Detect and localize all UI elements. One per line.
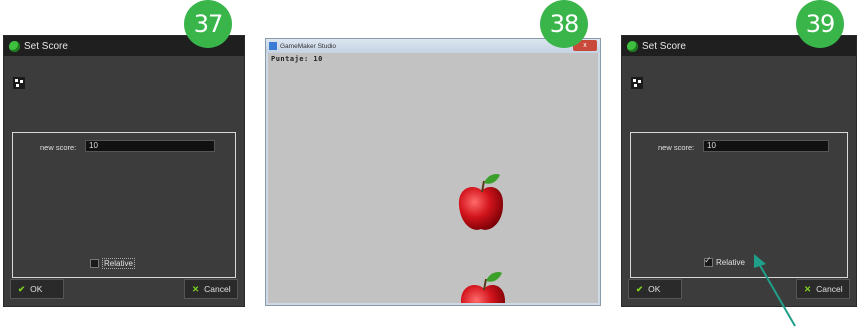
score-text: Puntaje: 10 — [271, 55, 323, 63]
new-score-input[interactable]: 10 — [703, 140, 829, 152]
set-score-dialog-left: Set Score new score: 10 Relative ✔ OK ✕ … — [4, 36, 244, 306]
checkmark-icon: ✓ — [704, 255, 712, 265]
relative-checkbox[interactable]: Relative — [90, 258, 135, 269]
action-icon — [13, 77, 25, 89]
game-window: GameMaker Studio x Puntaje: 10 — [265, 38, 601, 306]
action-icon — [631, 77, 643, 89]
game-canvas[interactable]: Puntaje: 10 — [268, 53, 598, 303]
checkbox-box: ✓ — [704, 255, 713, 267]
game-maker-icon — [627, 40, 638, 52]
apple-sprite — [460, 271, 506, 303]
checkmark-icon: ✔ — [18, 283, 26, 294]
cross-icon: ✕ — [192, 283, 200, 294]
relative-label: Relative — [102, 258, 135, 269]
dialog-title: Set Score — [24, 40, 68, 52]
game-maker-icon — [269, 42, 277, 50]
window-title: GameMaker Studio — [280, 42, 336, 50]
checkmark-icon: ✔ — [636, 283, 644, 294]
game-maker-icon — [9, 40, 20, 52]
step-badge-37: 37 — [184, 0, 232, 48]
set-score-dialog-right: Set Score new score: 10 ✓ Relative ✔ OK … — [622, 36, 856, 306]
apple-sprite — [458, 173, 504, 230]
cancel-button[interactable]: ✕ Cancel — [184, 279, 238, 299]
new-score-label: new score: — [658, 143, 695, 152]
settings-frame — [12, 132, 236, 278]
ok-button[interactable]: ✔ OK — [10, 279, 64, 299]
new-score-label: new score: — [40, 143, 77, 152]
dialog-title: Set Score — [642, 40, 686, 52]
step-badge-39: 39 — [796, 0, 844, 48]
checkbox-box — [90, 259, 99, 268]
new-score-input[interactable]: 10 — [85, 140, 215, 152]
relative-checkbox[interactable]: ✓ Relative — [704, 255, 745, 267]
ok-button[interactable]: ✔ OK — [628, 279, 682, 299]
step-badge-38: 38 — [540, 0, 588, 48]
arrow-pointer — [754, 254, 796, 327]
